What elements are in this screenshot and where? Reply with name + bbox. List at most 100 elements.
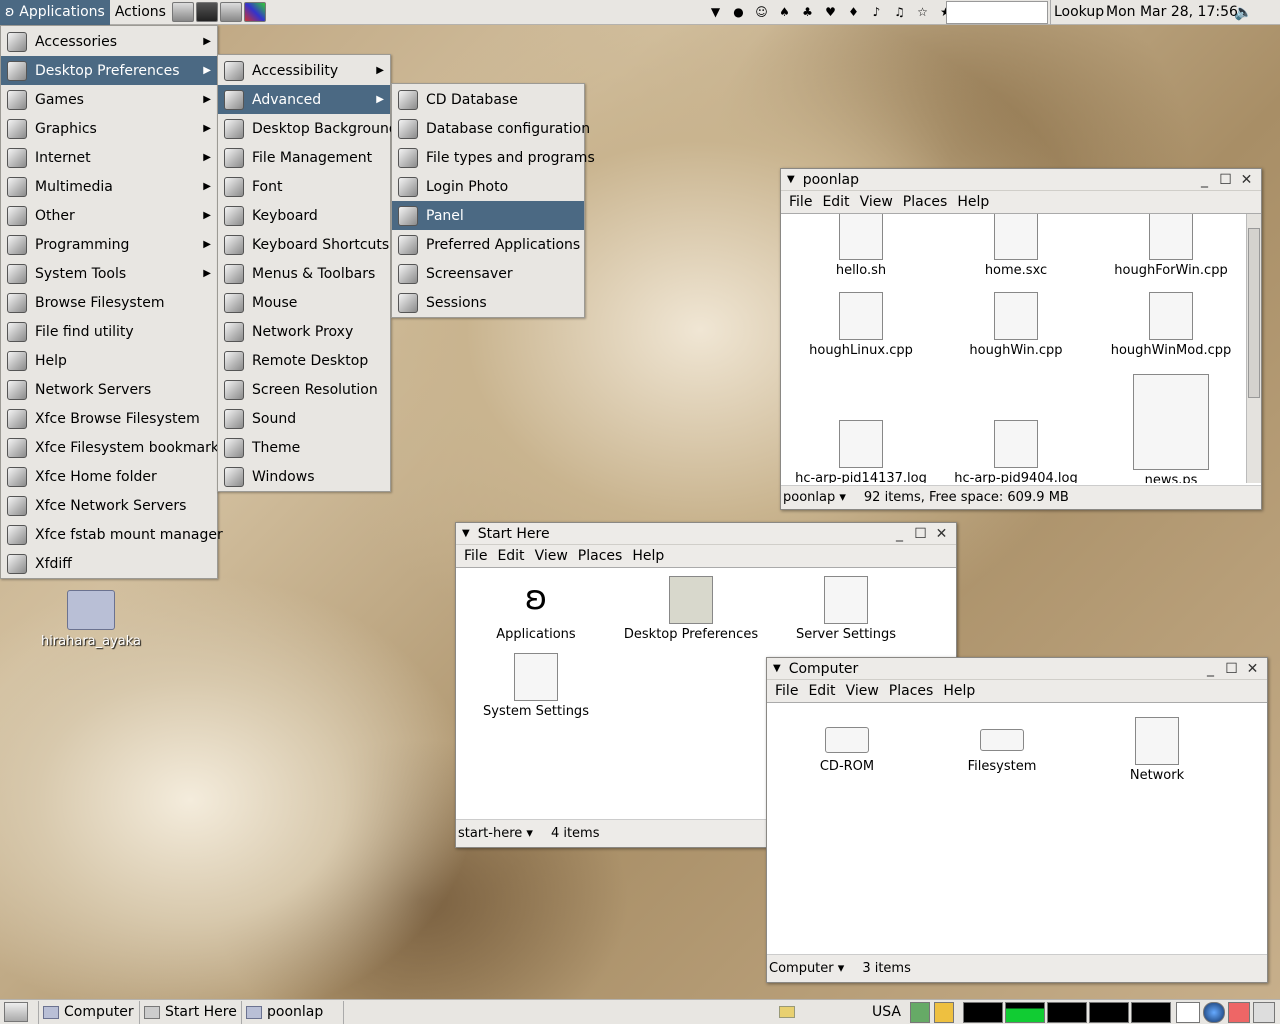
menu-item-system-tools[interactable]: System Tools ▶ xyxy=(1,259,217,288)
window-menu-icon[interactable]: ▼ xyxy=(462,528,470,539)
tray-smiley-icon[interactable]: ☺ xyxy=(750,0,773,25)
menu-item-xfce-fstab[interactable]: Xfce fstab mount manager xyxy=(1,520,223,549)
menu-item-desktop-background[interactable]: Desktop Background xyxy=(218,114,398,143)
network-monitor-icon[interactable] xyxy=(910,1002,930,1023)
menu-item-programming[interactable]: Programming ▶ xyxy=(1,230,217,259)
menu-item-sessions[interactable]: Sessions xyxy=(392,288,584,317)
task-computer[interactable]: Computer xyxy=(38,1000,140,1024)
menu-item-browse-filesystem[interactable]: Browse Filesystem xyxy=(1,288,217,317)
maximize-icon[interactable]: ☐ xyxy=(1215,169,1236,191)
tray-spade-icon[interactable]: ♠ xyxy=(773,0,796,25)
image-viewer-launcher-icon[interactable] xyxy=(243,2,266,22)
tray-dot-icon[interactable]: ● xyxy=(727,0,750,25)
maximize-icon[interactable]: ☐ xyxy=(910,523,931,545)
lookup-input[interactable] xyxy=(946,1,1048,24)
task-poonlap[interactable]: poonlap xyxy=(242,1000,344,1024)
menu-places[interactable]: Places xyxy=(898,194,953,210)
location-dropdown[interactable]: Computer ▾ xyxy=(769,961,844,976)
minimize-icon[interactable]: _ xyxy=(1200,658,1221,680)
file-item[interactable]: hc-arp-pid14137.log xyxy=(781,420,941,483)
menu-item-file-management[interactable]: File Management xyxy=(218,143,390,172)
menu-item-sound[interactable]: Sound xyxy=(218,404,390,433)
warning-icon[interactable] xyxy=(934,1002,954,1023)
tray-star-outline-icon[interactable]: ☆ xyxy=(911,0,934,25)
menu-item-keyboard-shortcuts[interactable]: Keyboard Shortcuts xyxy=(218,230,390,259)
menu-item-network-proxy[interactable]: Network Proxy xyxy=(218,317,390,346)
tray-heart-icon[interactable]: ♥ xyxy=(819,0,842,25)
applications-menu-button[interactable]: ʚ Applications xyxy=(0,0,110,25)
close-icon[interactable]: ✕ xyxy=(1242,658,1263,680)
menu-item-windows[interactable]: Windows xyxy=(218,462,390,491)
menu-item-database-configuration[interactable]: Database configuration xyxy=(392,114,590,143)
filesystem-item[interactable]: Filesystem xyxy=(922,717,1082,774)
file-item[interactable]: houghWinMod.cpp xyxy=(1091,292,1251,358)
menu-item-advanced[interactable]: Advanced ▶ xyxy=(218,85,390,114)
notification-envelope-icon[interactable] xyxy=(779,1006,795,1018)
clock[interactable]: Mon Mar 28, 17:56 xyxy=(1106,0,1238,25)
desktop-preferences-item[interactable]: Desktop Preferences xyxy=(611,576,771,642)
menu-item-xfdiff[interactable]: Xfdiff xyxy=(1,549,217,578)
applications-item[interactable]: ʚ Applications xyxy=(456,576,616,642)
scrollbar-thumb[interactable] xyxy=(1248,228,1260,398)
close-icon[interactable]: ✕ xyxy=(931,523,952,545)
desktop-folder-icon-item[interactable]: hirahara_ayaka xyxy=(36,590,146,649)
menu-places[interactable]: Places xyxy=(884,683,939,699)
menu-item-theme[interactable]: Theme xyxy=(218,433,390,462)
menu-item-file-find[interactable]: File find utility xyxy=(1,317,217,346)
tray-diamond-icon[interactable]: ♦ xyxy=(842,0,865,25)
task-start-here[interactable]: Start Here xyxy=(140,1000,242,1024)
menu-file[interactable]: File xyxy=(784,194,817,210)
show-desktop-icon[interactable] xyxy=(4,1002,28,1022)
file-item[interactable]: hc-arp-pid9404.log xyxy=(936,420,1096,483)
location-dropdown[interactable]: start-here ▾ xyxy=(458,826,533,841)
load-monitor-graph[interactable] xyxy=(1131,1002,1171,1023)
home-launcher-icon[interactable] xyxy=(171,2,194,22)
network-load-graph[interactable] xyxy=(1047,1002,1087,1023)
menu-item-games[interactable]: Games ▶ xyxy=(1,85,217,114)
menu-item-screensaver[interactable]: Screensaver xyxy=(392,259,584,288)
menu-item-xfce-home[interactable]: Xfce Home folder xyxy=(1,462,217,491)
menu-item-multimedia[interactable]: Multimedia ▶ xyxy=(1,172,217,201)
file-item[interactable]: home.sxc xyxy=(936,214,1096,278)
menu-item-xfce-network[interactable]: Xfce Network Servers xyxy=(1,491,217,520)
menu-item-remote-desktop[interactable]: Remote Desktop xyxy=(218,346,390,375)
globe-icon[interactable] xyxy=(1203,1002,1225,1023)
maximize-icon[interactable]: ☐ xyxy=(1221,658,1242,680)
menu-item-cd-database[interactable]: CD Database xyxy=(392,85,584,114)
menu-item-xfce-bookmarks[interactable]: Xfce Filesystem bookmarks xyxy=(1,433,226,462)
menu-item-login-photo[interactable]: Login Photo xyxy=(392,172,584,201)
server-settings-item[interactable]: Server Settings xyxy=(766,576,926,642)
network-item[interactable]: Network xyxy=(1077,717,1237,783)
tray-note-icon[interactable]: ♪ xyxy=(865,0,888,25)
menu-item-panel[interactable]: Panel xyxy=(392,201,584,230)
menu-edit[interactable]: Edit xyxy=(492,548,529,564)
menu-edit[interactable]: Edit xyxy=(803,683,840,699)
title-bar[interactable]: ▼ poonlap _ ☐ ✕ xyxy=(781,169,1261,191)
swap-monitor-graph[interactable] xyxy=(1089,1002,1129,1023)
file-item[interactable]: houghWin.cpp xyxy=(936,292,1096,358)
menu-item-screen-resolution[interactable]: Screen Resolution xyxy=(218,375,390,404)
window-menu-icon[interactable]: ▼ xyxy=(787,174,795,185)
menu-item-desktop-preferences[interactable]: Desktop Preferences ▶ xyxy=(1,56,217,85)
system-settings-item[interactable]: System Settings xyxy=(456,653,616,719)
close-icon[interactable]: ✕ xyxy=(1236,169,1257,191)
volume-icon[interactable]: 🔈 xyxy=(1234,3,1253,21)
file-item[interactable]: news.ps xyxy=(1091,374,1251,483)
camera-launcher-icon[interactable] xyxy=(219,2,242,22)
menu-item-file-types[interactable]: File types and programs xyxy=(392,143,595,172)
minimize-icon[interactable]: _ xyxy=(889,523,910,545)
menu-item-internet[interactable]: Internet ▶ xyxy=(1,143,217,172)
file-item[interactable]: houghLinux.cpp xyxy=(781,292,941,358)
menu-item-accessibility[interactable]: Accessibility ▶ xyxy=(218,56,390,85)
menu-view[interactable]: View xyxy=(841,683,884,699)
memory-monitor-graph[interactable] xyxy=(1005,1002,1045,1023)
menu-help[interactable]: Help xyxy=(952,194,994,210)
actions-menu-button[interactable]: Actions xyxy=(110,0,171,25)
file-item[interactable]: houghForWin.cpp xyxy=(1091,214,1251,278)
menu-item-help[interactable]: Help xyxy=(1,346,217,375)
lookup-button[interactable]: Lookup xyxy=(1050,0,1107,25)
menu-item-mouse[interactable]: Mouse xyxy=(218,288,390,317)
cdrom-item[interactable]: CD-ROM xyxy=(767,717,927,774)
menu-item-xfce-browse[interactable]: Xfce Browse Filesystem xyxy=(1,404,217,433)
menu-item-menus-toolbars[interactable]: Menus & Toolbars xyxy=(218,259,390,288)
